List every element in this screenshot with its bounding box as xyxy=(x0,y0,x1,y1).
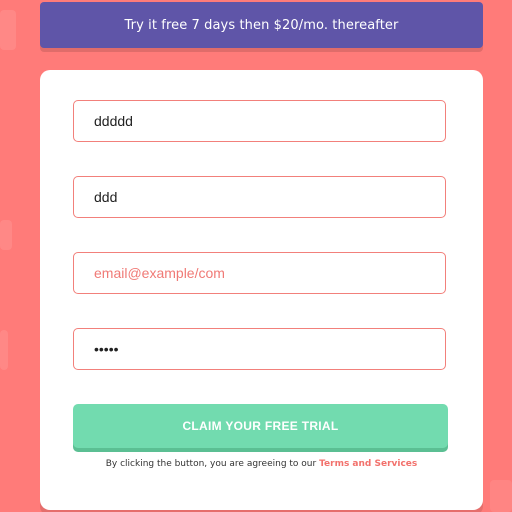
password-field[interactable] xyxy=(73,328,446,370)
terms-prefix-text: By clicking the button, you are agreeing… xyxy=(105,459,320,469)
claim-free-trial-button[interactable]: CLAIM YOUR FREE TRIAL xyxy=(73,404,448,448)
first-name-field[interactable] xyxy=(73,100,446,142)
background-decoration xyxy=(0,10,16,50)
terms-link[interactable]: Terms and Services xyxy=(319,459,417,469)
background-decoration xyxy=(0,330,8,370)
email-field[interactable] xyxy=(73,252,446,294)
signup-card: CLAIM YOUR FREE TRIAL By clicking the bu… xyxy=(40,70,483,510)
trial-banner-text: Try it free 7 days then $20/mo. thereaft… xyxy=(124,17,399,33)
background-decoration xyxy=(490,480,512,512)
terms-notice: By clicking the button, you are agreeing… xyxy=(40,459,483,469)
last-name-field[interactable] xyxy=(73,176,446,218)
background-decoration xyxy=(0,220,12,250)
trial-banner: Try it free 7 days then $20/mo. thereaft… xyxy=(40,2,483,48)
